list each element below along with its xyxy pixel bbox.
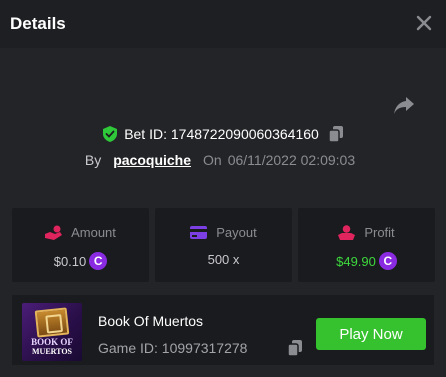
copy-icon[interactable] (288, 340, 302, 356)
amount-value: $0.10 (53, 253, 87, 269)
profit-value: $49.90 (336, 253, 376, 269)
by-label: By (84, 152, 102, 168)
bet-id-row: Bet ID: 1748722090060364160 (0, 126, 446, 142)
coin-icon: C (378, 252, 397, 270)
share-icon[interactable] (393, 95, 415, 115)
payout-card: Payout 500 x (155, 208, 292, 282)
shield-check-icon (103, 126, 118, 142)
play-now-button[interactable]: Play Now (316, 318, 426, 350)
on-label: On (203, 152, 222, 168)
game-id: Game ID: 10997317278 (98, 340, 248, 356)
modal-header: Details (0, 0, 446, 48)
modal-title: Details (10, 14, 66, 33)
credit-card-icon (190, 226, 208, 239)
bet-id-text: Bet ID: 1748722090060364160 (124, 126, 319, 142)
amount-card: Amount $0.10 C (12, 208, 149, 282)
thumbnail-title-line2: MUERTOS (31, 347, 73, 356)
game-thumbnail[interactable]: BOOK OF MUERTOS (22, 303, 82, 361)
book-icon (34, 307, 70, 338)
payout-value: 500 x (207, 252, 240, 267)
payout-label: Payout (216, 225, 257, 240)
close-icon[interactable] (414, 13, 434, 33)
bet-meta-row: By pacoquiche On 06/11/2022 02:09:03 (0, 152, 446, 168)
game-name: Book Of Muertos (98, 313, 204, 329)
game-row: BOOK OF MUERTOS Book Of Muertos Game ID:… (12, 295, 434, 365)
bet-date: 06/11/2022 02:09:03 (227, 152, 356, 168)
copy-icon[interactable] (328, 126, 343, 142)
thumbnail-title-line1: BOOK OF (31, 337, 73, 347)
money-hand-icon (338, 225, 356, 240)
hand-coin-icon (45, 225, 63, 240)
amount-label: Amount (71, 225, 116, 240)
username-link[interactable]: pacoquiche (113, 152, 191, 168)
profit-label: Profit (364, 225, 395, 240)
profit-card: Profit $49.90 C (298, 208, 435, 282)
coin-icon: C (89, 252, 108, 270)
